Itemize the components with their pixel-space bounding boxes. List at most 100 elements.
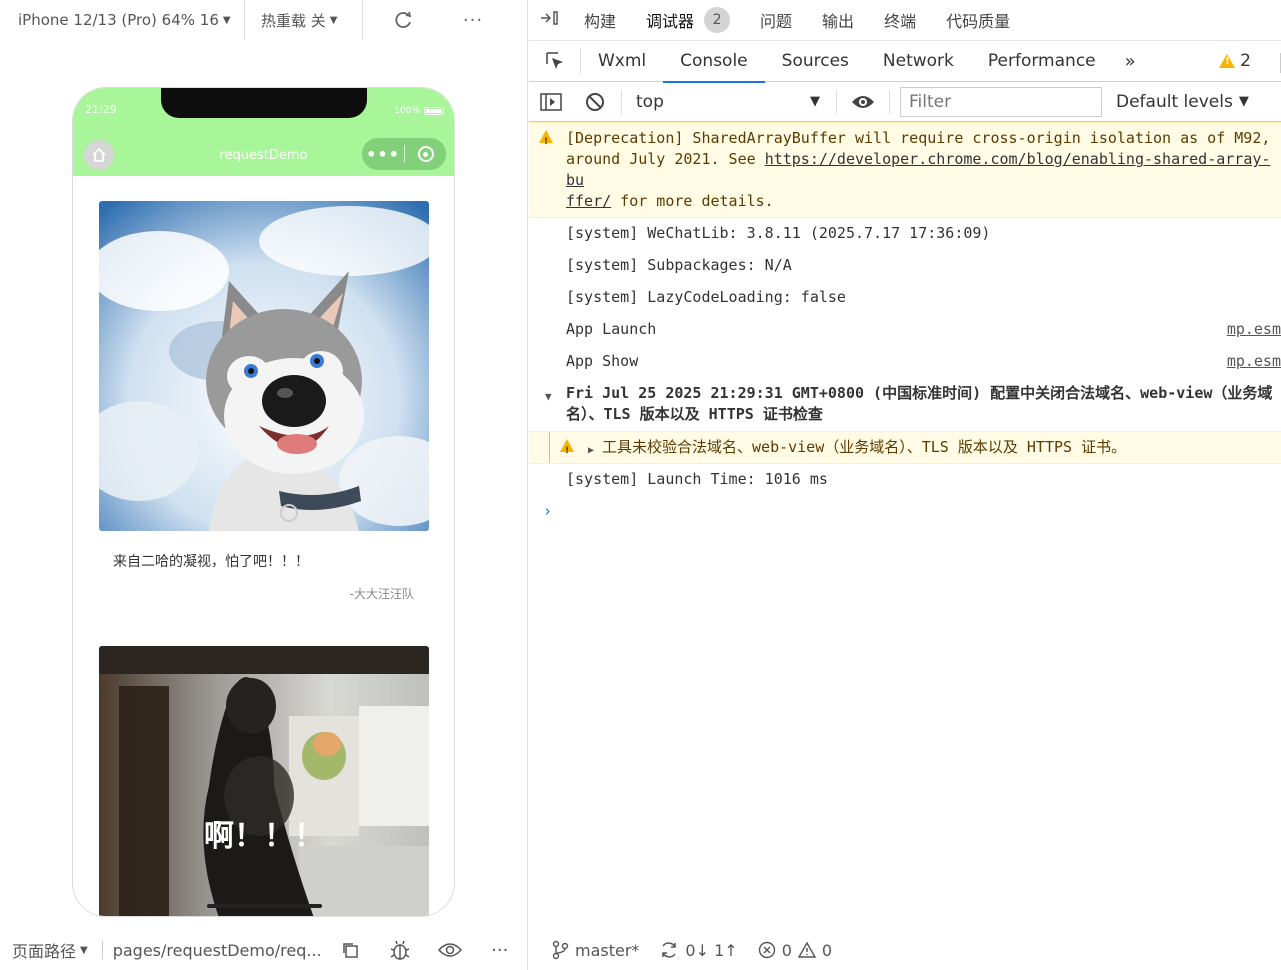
refresh-button[interactable] bbox=[363, 0, 443, 40]
more-icon: ··· bbox=[462, 9, 484, 31]
preview-button[interactable] bbox=[425, 942, 475, 958]
devtools-statusbar: master* 0↓ 1↑ 0 0 bbox=[529, 930, 1281, 970]
divider bbox=[101, 941, 103, 959]
tab-debugger[interactable]: 调试器 2 bbox=[631, 0, 745, 40]
collapse-triangle-icon[interactable]: ▼ bbox=[545, 386, 552, 407]
card-caption: 来自二哈的凝视，怕了吧！！！ bbox=[113, 554, 309, 570]
git-sync[interactable]: 0↓ 1↑ bbox=[659, 940, 738, 960]
log-text: App Show bbox=[566, 352, 639, 370]
problems-summary[interactable]: 0 0 bbox=[758, 941, 832, 960]
clear-console-button[interactable] bbox=[573, 92, 617, 112]
bug-icon bbox=[390, 940, 410, 960]
tab-console[interactable]: Console bbox=[663, 41, 765, 83]
expand-triangle-icon[interactable]: ▶ bbox=[588, 440, 594, 461]
close-miniprogram-icon bbox=[417, 146, 434, 162]
dropdown-arrow-icon: ▼ bbox=[1238, 94, 1249, 109]
hot-reload-label: 热重载 关 bbox=[261, 11, 326, 30]
deprecation-message: [Deprecation] SharedArrayBuffer will req… bbox=[566, 129, 1271, 147]
status-time: 21:29 bbox=[85, 103, 117, 116]
status-battery: 100% bbox=[394, 106, 444, 116]
capsule-close-button[interactable] bbox=[405, 146, 446, 162]
group-header-text: Fri Jul 25 2025 21:29:31 GMT+0800 (中国标准时… bbox=[566, 384, 1273, 423]
phone-navigation-bar: 21:29 100% requestDemo ••• bbox=[73, 88, 454, 176]
tab-debugger-label: 调试器 bbox=[646, 12, 695, 31]
more-tabs-button[interactable]: » bbox=[1113, 51, 1148, 72]
debug-top-tabs: 构建 调试器 2 问题 输出 终端 代码质量 bbox=[529, 0, 1281, 40]
page-path-selector[interactable]: 页面路径 ▼ bbox=[0, 938, 88, 962]
tab-output[interactable]: 输出 bbox=[807, 0, 869, 40]
warning-count-status: 0 bbox=[821, 940, 833, 960]
divider bbox=[621, 89, 622, 114]
branch-name: master* bbox=[575, 940, 640, 960]
devtools-panel-tabs: Wxml Console Sources Network Performance… bbox=[529, 40, 1281, 83]
show-sidebar-icon bbox=[540, 92, 562, 111]
tab-code-quality[interactable]: 代码质量 bbox=[931, 0, 1025, 40]
log-source-link[interactable]: mp.esm bbox=[1227, 351, 1281, 372]
dock-toggle-button[interactable] bbox=[529, 9, 569, 31]
phone-frame: 21:29 100% requestDemo ••• 来自二哈的凝视，怕了吧！！… bbox=[72, 87, 455, 917]
simulator-toolbar: iPhone 12/13 (Pro) 64% 16 ▼ 热重载 关 ▼ ··· bbox=[0, 0, 528, 40]
more-menu-button[interactable]: ··· bbox=[443, 0, 503, 40]
simulator-statusbar: 页面路径 ▼ pages/requestDemo/req... ··· bbox=[0, 930, 528, 970]
deprecation-line2: around July 2021. See bbox=[566, 150, 765, 168]
console-group-warning-row[interactable]: ▶ 工具未校验合法域名、web-view（业务域名）、TLS 版本以及 HTTP… bbox=[529, 431, 1281, 464]
log-levels-label: Default levels bbox=[1116, 91, 1233, 112]
console-group-row[interactable]: ▼ Fri Jul 25 2025 21:29:31 GMT+0800 (中国标… bbox=[529, 378, 1281, 431]
tab-build[interactable]: 构建 bbox=[569, 0, 631, 40]
tab-performance[interactable]: Performance bbox=[971, 41, 1113, 82]
tab-wxml[interactable]: Wxml bbox=[581, 41, 663, 82]
group-indent-bar bbox=[549, 432, 550, 463]
page-path-value: pages/requestDemo/req... bbox=[112, 940, 322, 960]
warning-outline-icon bbox=[797, 941, 816, 958]
log-levels-dropdown[interactable]: Default levels ▼ bbox=[1116, 92, 1249, 112]
tab-terminal[interactable]: 终端 bbox=[869, 0, 931, 40]
console-log-row: [system] Subpackages: N/A bbox=[529, 250, 1281, 282]
copy-icon bbox=[342, 943, 358, 958]
log-text: [system] LazyCodeLoading: false bbox=[566, 288, 846, 306]
tab-network[interactable]: Network bbox=[866, 41, 971, 82]
simulator-panel: iPhone 12/13 (Pro) 64% 16 ▼ 热重载 关 ▼ ··· … bbox=[0, 0, 528, 970]
console-output: [Deprecation] SharedArrayBuffer will req… bbox=[529, 122, 1281, 930]
tab-issues[interactable]: 问题 bbox=[745, 0, 807, 40]
copy-path-button[interactable] bbox=[325, 941, 375, 959]
tab-sources[interactable]: Sources bbox=[765, 41, 866, 82]
filter-input[interactable] bbox=[900, 86, 1102, 117]
git-branch-icon bbox=[552, 940, 569, 960]
log-text: App Launch bbox=[566, 320, 657, 338]
group-warning-text: 工具未校验合法域名、web-view（业务域名）、TLS 版本以及 HTTPS … bbox=[602, 438, 1127, 456]
capsule-more-button[interactable]: ••• bbox=[362, 145, 404, 164]
sync-icon bbox=[662, 942, 677, 958]
husky-image bbox=[99, 201, 429, 531]
inspect-cursor-icon bbox=[545, 52, 563, 69]
log-source-link[interactable]: mp.esm bbox=[1227, 319, 1281, 340]
console-prompt[interactable]: › bbox=[529, 496, 1281, 520]
console-warning-row: [Deprecation] SharedArrayBuffer will req… bbox=[529, 122, 1281, 218]
warnings-counter[interactable]: 2 bbox=[1219, 51, 1251, 71]
sidebar-toggle-button[interactable] bbox=[529, 92, 573, 112]
chevron-down-icon: ▼ bbox=[329, 14, 338, 26]
eye-icon bbox=[852, 95, 874, 108]
hot-reload-toggle[interactable]: 热重载 关 ▼ bbox=[245, 0, 363, 40]
context-value: top bbox=[636, 91, 664, 112]
console-log-row: [system] LazyCodeLoading: false bbox=[529, 282, 1281, 314]
device-selector[interactable]: iPhone 12/13 (Pro) 64% 16 ▼ bbox=[0, 0, 245, 40]
live-expression-button[interactable] bbox=[841, 94, 885, 110]
capsule-menu: ••• bbox=[362, 138, 446, 170]
page-path-label: 页面路径 bbox=[12, 942, 77, 961]
error-count: 0 bbox=[781, 940, 792, 960]
context-selector[interactable]: top ▼ bbox=[626, 92, 832, 112]
deprecation-link-tail[interactable]: ffer/ bbox=[566, 192, 611, 210]
warning-icon bbox=[560, 439, 574, 462]
home-indicator bbox=[207, 904, 322, 908]
inspect-element-button[interactable] bbox=[529, 48, 581, 74]
debug-button[interactable] bbox=[375, 939, 425, 961]
prompt-chevron-icon: › bbox=[543, 502, 553, 520]
more-options-button[interactable]: ··· bbox=[475, 940, 525, 961]
divider bbox=[889, 89, 890, 114]
log-text: [system] WeChatLib: 3.8.11 (2025.7.17 17… bbox=[566, 224, 991, 242]
console-log-row: [system] Launch Time: 1016 ms bbox=[529, 464, 1281, 496]
card-author: -大大汪汪队 bbox=[349, 587, 414, 601]
eye-icon bbox=[437, 943, 462, 957]
warning-icon bbox=[539, 130, 553, 153]
git-branch[interactable]: master* bbox=[551, 940, 639, 960]
